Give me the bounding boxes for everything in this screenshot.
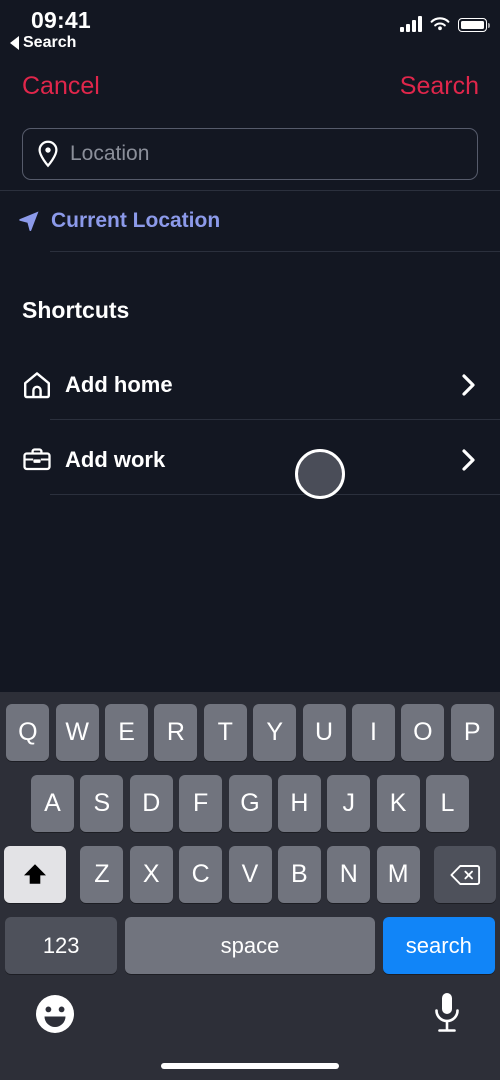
location-search-field[interactable]	[22, 128, 478, 180]
shift-key[interactable]	[4, 846, 67, 903]
key-m[interactable]: M	[376, 846, 420, 903]
cellular-signal-icon	[400, 16, 422, 32]
keyboard-row-2: A S D F G H J K L	[0, 775, 500, 832]
numbers-key[interactable]: 123	[5, 917, 118, 974]
keyboard-row-3: Z X C V B N M	[0, 846, 500, 903]
search-return-key[interactable]: search	[382, 917, 495, 974]
search-input[interactable]	[61, 142, 477, 166]
current-location-row[interactable]: Current Location	[0, 191, 500, 251]
backspace-icon	[450, 864, 480, 885]
shortcut-label: Add home	[65, 372, 173, 397]
key-u[interactable]: U	[302, 704, 346, 761]
key-k[interactable]: K	[376, 775, 420, 832]
navigation-bar: Cancel Search	[0, 58, 500, 120]
key-a[interactable]: A	[31, 775, 74, 832]
home-icon	[24, 372, 50, 399]
shortcut-row-add-home[interactable]: Add home	[0, 354, 500, 416]
search-button[interactable]: Search	[400, 72, 479, 101]
status-time: 09:41	[31, 7, 91, 33]
status-indicators	[400, 16, 491, 32]
key-c[interactable]: C	[179, 846, 223, 903]
current-location-divider	[50, 251, 500, 252]
current-location-label: Current Location	[51, 209, 221, 232]
key-p[interactable]: P	[450, 704, 494, 761]
status-bar: 09:41 Search	[0, 0, 500, 58]
key-w[interactable]: W	[55, 704, 99, 761]
on-screen-keyboard: Q W E R T Y U I O P A S D F G H J K L Z …	[0, 692, 500, 1080]
space-key[interactable]: space	[125, 917, 375, 974]
key-i[interactable]: I	[351, 704, 395, 761]
briefcase-icon	[23, 448, 51, 471]
keyboard-accessory-bar	[0, 987, 500, 1080]
map-location-search-screen: 09:41 Search Cancel Search Location Curr…	[0, 0, 500, 1080]
back-to-search-button[interactable]: Search	[10, 34, 76, 52]
key-y[interactable]: Y	[253, 704, 297, 761]
key-v[interactable]: V	[228, 846, 272, 903]
shortcut-divider-home	[50, 419, 500, 420]
wifi-icon	[430, 17, 450, 31]
keyboard-row-1: Q W E R T Y U I O P	[0, 704, 500, 761]
shortcut-row-add-work[interactable]: Add work	[0, 429, 500, 491]
chevron-right-icon	[462, 374, 475, 396]
key-r[interactable]: R	[154, 704, 198, 761]
shortcut-divider-work	[50, 494, 500, 495]
key-b[interactable]: B	[277, 846, 321, 903]
key-e[interactable]: E	[105, 704, 149, 761]
shift-arrow-icon	[24, 863, 47, 884]
battery-full-icon	[458, 18, 491, 32]
emoji-smiley-icon[interactable]	[33, 992, 77, 1036]
key-h[interactable]: H	[277, 775, 321, 832]
back-button-label: Search	[23, 34, 77, 51]
keyboard-row-4: 123 space search	[0, 917, 500, 974]
cancel-button[interactable]: Cancel	[22, 72, 100, 101]
key-l[interactable]: L	[426, 775, 469, 832]
key-q[interactable]: Q	[6, 704, 50, 761]
shortcut-label: Add work	[65, 447, 166, 472]
shortcuts-section-title: Shortcuts	[22, 297, 130, 323]
home-indicator	[161, 1063, 339, 1069]
search-field-container	[0, 128, 500, 186]
key-j[interactable]: J	[327, 775, 371, 832]
key-n[interactable]: N	[327, 846, 371, 903]
key-d[interactable]: D	[129, 775, 173, 832]
map-pin-icon	[38, 140, 58, 168]
key-o[interactable]: O	[401, 704, 445, 761]
backspace-key[interactable]	[433, 846, 496, 903]
navigation-arrow-icon	[19, 211, 39, 232]
key-g[interactable]: G	[228, 775, 272, 832]
microphone-icon[interactable]	[430, 990, 464, 1038]
key-t[interactable]: T	[203, 704, 247, 761]
key-z[interactable]: Z	[80, 846, 124, 903]
key-f[interactable]: F	[179, 775, 223, 832]
touch-cursor	[295, 449, 345, 499]
key-x[interactable]: X	[129, 846, 173, 903]
key-s[interactable]: S	[80, 775, 124, 832]
chevron-right-icon	[462, 449, 475, 471]
caret-left-icon	[10, 36, 19, 50]
